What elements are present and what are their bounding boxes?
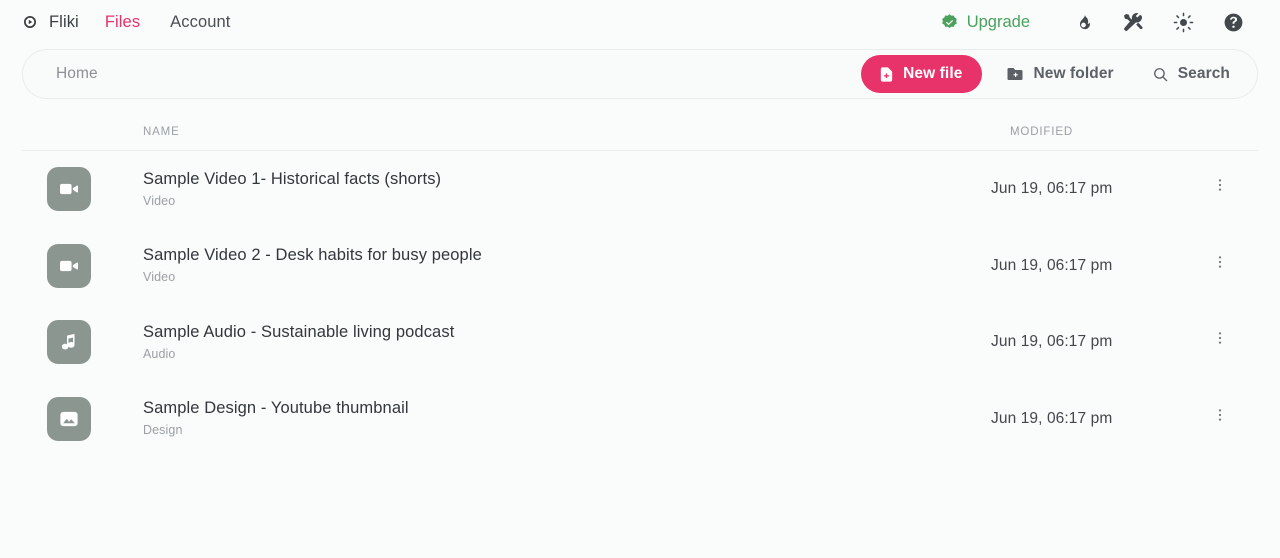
file-type: Video: [143, 270, 176, 285]
toolbar-wrapper: Home New file New folder Search: [0, 44, 1280, 99]
tools-button[interactable]: [1108, 2, 1158, 42]
music-note-icon: [58, 331, 80, 353]
tools-icon: [1123, 12, 1144, 33]
table-header-row: NAME MODIFIED: [22, 113, 1258, 151]
file-thumbnail: [47, 167, 91, 212]
top-navigation-bar: Fliki Files Account Upgrade: [0, 0, 1280, 44]
breadcrumb-home[interactable]: Home: [23, 65, 861, 83]
file-modified: Jun 19, 06:17 pm: [991, 256, 1113, 274]
help-circle-icon: [1223, 12, 1244, 33]
file-info: Sample Video 1- Historical facts (shorts…: [143, 170, 441, 209]
search-label: Search: [1177, 65, 1230, 82]
nav-links: Files Account: [105, 13, 231, 32]
table-row[interactable]: Sample Audio - Sustainable living podcas…: [22, 304, 1258, 381]
sun-icon: [1173, 12, 1194, 33]
brand-name: Fliki: [49, 12, 79, 31]
table-row[interactable]: Sample Design - Youtube thumbnail Design…: [22, 381, 1258, 458]
folder-plus-icon: [1006, 65, 1024, 83]
file-modified: Jun 19, 06:17 pm: [991, 180, 1113, 198]
row-options-button[interactable]: [1201, 396, 1239, 434]
fliki-gear-play-logo-icon: [20, 12, 40, 32]
row-options-button[interactable]: [1201, 319, 1239, 357]
column-header-name: NAME: [143, 125, 180, 138]
brand-home-link[interactable]: Fliki: [20, 12, 79, 32]
file-title: Sample Design - Youtube thumbnail: [143, 399, 409, 418]
table-row[interactable]: Sample Video 2 - Desk habits for busy pe…: [22, 228, 1258, 305]
file-type: Design: [143, 423, 183, 438]
file-plus-icon: [878, 66, 895, 83]
nav-link-account[interactable]: Account: [170, 13, 230, 32]
new-folder-label: New folder: [1033, 65, 1114, 82]
file-info: Sample Audio - Sustainable living podcas…: [143, 323, 454, 362]
row-options-button[interactable]: [1201, 243, 1239, 281]
more-vertical-icon: [1212, 407, 1228, 423]
file-info: Sample Design - Youtube thumbnail Design: [143, 399, 409, 438]
flame-button[interactable]: [1058, 2, 1108, 42]
help-button[interactable]: [1208, 2, 1258, 42]
row-options-button[interactable]: [1201, 166, 1239, 204]
file-info: Sample Video 2 - Desk habits for busy pe…: [143, 246, 482, 285]
file-thumbnail: [47, 243, 91, 288]
table-row[interactable]: Sample Video 1- Historical facts (shorts…: [22, 151, 1258, 228]
new-folder-button[interactable]: New folder: [992, 55, 1127, 93]
video-camera-icon: [58, 178, 80, 200]
file-toolbar: Home New file New folder Search: [22, 49, 1258, 99]
verified-badge-icon: [940, 13, 959, 32]
new-file-button[interactable]: New file: [861, 55, 983, 93]
upgrade-label: Upgrade: [966, 12, 1030, 31]
file-title: Sample Video 2 - Desk habits for busy pe…: [143, 246, 482, 265]
file-type: Video: [143, 193, 176, 208]
column-header-modified: MODIFIED: [1010, 125, 1074, 138]
search-button[interactable]: Search: [1138, 55, 1244, 93]
new-file-label: New file: [903, 65, 963, 82]
file-modified: Jun 19, 06:17 pm: [991, 333, 1113, 351]
file-type: Audio: [143, 346, 176, 361]
flame-icon: [1073, 12, 1094, 33]
more-vertical-icon: [1212, 177, 1228, 193]
upgrade-button[interactable]: Upgrade: [940, 13, 1030, 32]
image-icon: [58, 408, 80, 430]
file-title: Sample Audio - Sustainable living podcas…: [143, 322, 455, 341]
nav-link-files[interactable]: Files: [105, 13, 140, 32]
file-thumbnail: [47, 320, 91, 365]
file-title: Sample Video 1- Historical facts (shorts…: [143, 169, 442, 188]
more-vertical-icon: [1212, 254, 1228, 270]
file-table: NAME MODIFIED Sample Video 1- Historical…: [0, 113, 1280, 457]
search-icon: [1152, 66, 1169, 83]
nav-right-actions: Upgrade: [940, 2, 1258, 42]
theme-toggle-button[interactable]: [1158, 2, 1208, 42]
video-camera-icon: [58, 255, 80, 277]
file-thumbnail: [47, 396, 91, 441]
more-vertical-icon: [1212, 330, 1228, 346]
file-modified: Jun 19, 06:17 pm: [991, 409, 1113, 427]
